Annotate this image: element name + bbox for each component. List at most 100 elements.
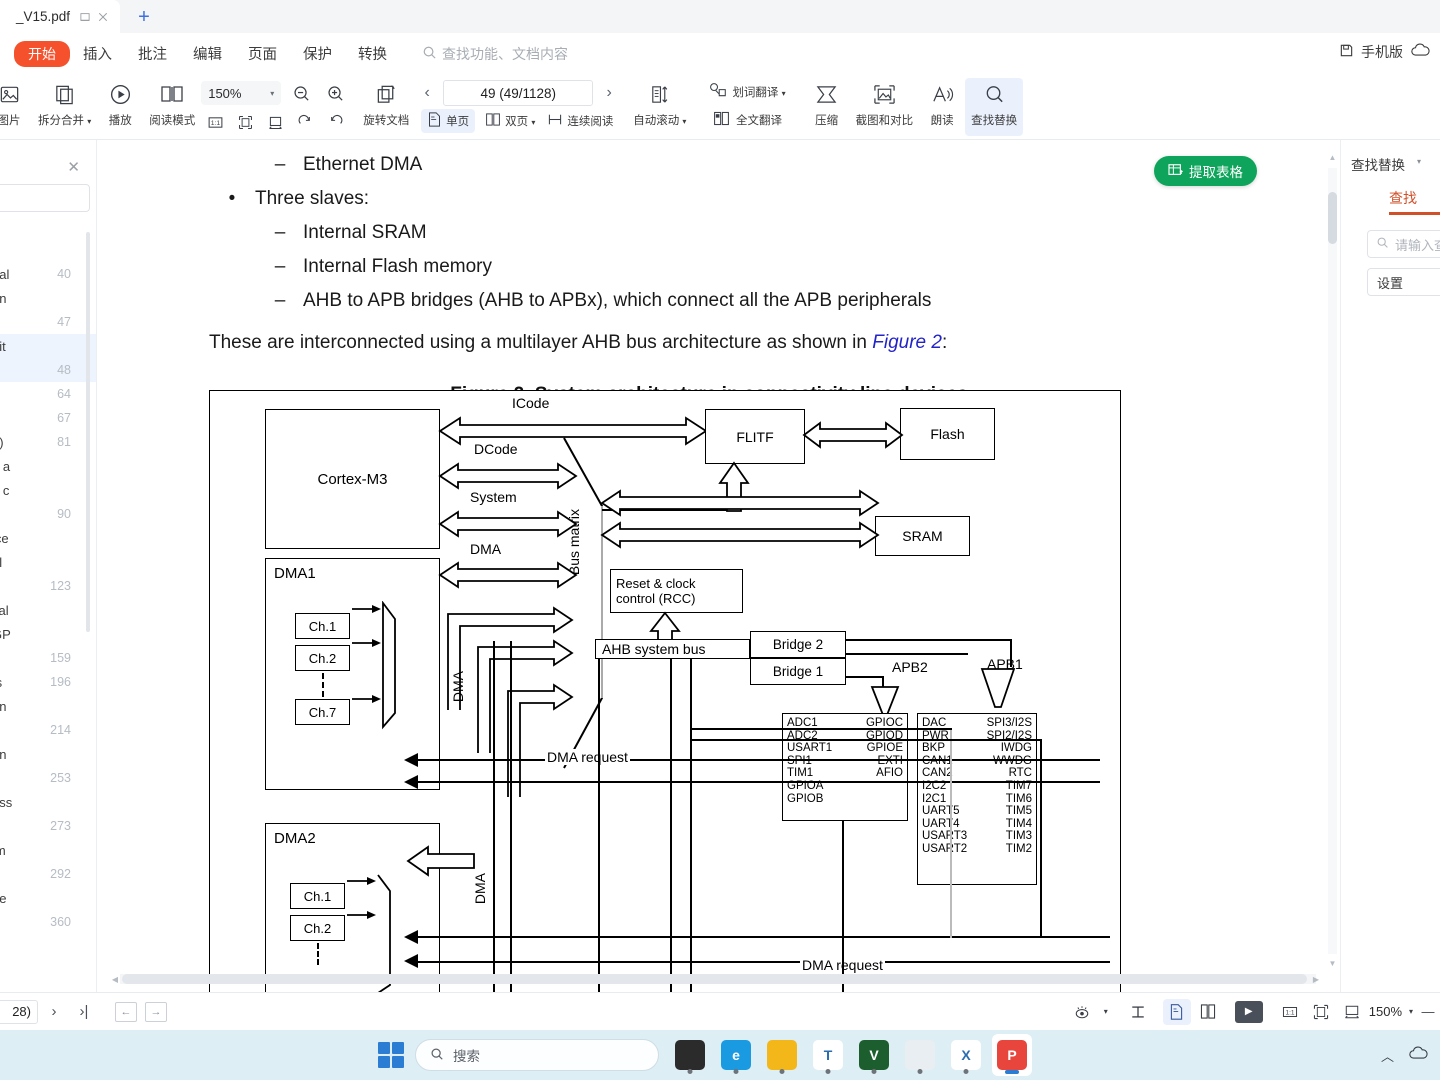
outline-item[interactable]: GP <box>0 622 96 646</box>
chevron-down-icon[interactable]: ▾ <box>1099 999 1113 1025</box>
outline-item[interactable]: 48 <box>0 358 96 382</box>
find-settings-select[interactable]: 设置 ▾ <box>1367 268 1440 296</box>
outline-item[interactable]: ?) 81 <box>0 430 96 454</box>
presentation-play-button[interactable]: ▶ <box>1234 999 1263 1025</box>
outline-scrollbar[interactable] <box>86 232 90 632</box>
rotate-left-button[interactable] <box>291 108 319 136</box>
split-view-icon[interactable] <box>1124 999 1152 1025</box>
full-translate-button[interactable]: 全文翻译 <box>706 106 788 134</box>
ribbon-rotate-document-button[interactable]: 旋转文档 <box>357 78 415 136</box>
outline-item[interactable]: 360 <box>0 910 96 934</box>
scroll-up-icon[interactable]: ▲ <box>1328 150 1337 164</box>
vertical-scrollbar-thumb[interactable] <box>1328 192 1337 244</box>
scroll-left-icon[interactable]: ◀ <box>110 973 120 985</box>
ribbon-play-button[interactable]: 播放 <box>97 78 143 136</box>
outline-item[interactable]: 67 <box>0 406 96 430</box>
ribbon-compress-button[interactable]: 压缩 <box>804 78 850 136</box>
ribbon-screenshot-compare-button[interactable]: 截图和对比 <box>850 78 920 136</box>
zoom-out-button[interactable] <box>287 79 315 107</box>
outline-item[interactable]: 273 <box>0 814 96 838</box>
outline-item[interactable]: 90 <box>0 502 96 526</box>
document-horizontal-scrollbar[interactable]: ◀ ▶ <box>110 972 1335 986</box>
outline-item[interactable]: ess <box>0 790 96 814</box>
scroll-right-icon[interactable]: ▶ <box>1311 973 1321 985</box>
single-page-view-button[interactable] <box>1162 998 1191 1025</box>
chevron-up-icon[interactable]: ︿ <box>1381 1046 1394 1065</box>
next-page-button[interactable]: › <box>597 80 621 106</box>
close-icon[interactable] <box>94 8 112 26</box>
outline-item[interactable]: on <box>0 694 96 718</box>
page-number-field[interactable]: 49 (49/1128) <box>443 80 594 106</box>
cloud-account-icon[interactable] <box>1410 43 1432 61</box>
chevron-down-icon[interactable]: ▾ <box>1405 999 1417 1025</box>
ribbon-read-mode-button[interactable]: 阅读模式 <box>143 78 201 136</box>
fit-page-button[interactable] <box>1307 999 1335 1025</box>
status-page-field[interactable]: 28) <box>0 999 38 1024</box>
previous-page-button[interactable]: ‹ <box>415 80 439 106</box>
outline-item[interactable]: ne <box>0 886 96 910</box>
cloud-sync-icon[interactable] <box>1408 1046 1430 1064</box>
scroll-down-icon[interactable]: ▼ <box>1328 956 1337 970</box>
actual-size-button[interactable]: 1:1 <box>1276 999 1304 1025</box>
status-last-page-button[interactable]: ›| <box>70 999 98 1025</box>
typora-icon[interactable]: T <box>808 1034 848 1076</box>
menu-item-convert[interactable]: 转换 <box>345 40 400 67</box>
menu-item-annotate[interactable]: 批注 <box>125 40 180 67</box>
outline-item[interactable]: ice <box>0 526 96 550</box>
menu-item-insert[interactable]: 插入 <box>70 40 125 67</box>
actual-size-button[interactable]: 1:1 <box>201 108 229 136</box>
vertical-scrollbar-track[interactable] <box>1328 168 1337 954</box>
outline-item[interactable]: ual 40 <box>0 262 96 286</box>
rotate-right-button[interactable] <box>321 108 349 136</box>
outline-item[interactable]: 253 <box>0 766 96 790</box>
outline-item[interactable]: 123 <box>0 574 96 598</box>
fit-width-button[interactable] <box>261 108 289 136</box>
document-vertical-scrollbar[interactable]: ▲ ▼ <box>1328 150 1337 970</box>
outline-item[interactable]: ts 196 <box>0 670 96 694</box>
outline-item[interactable]: 64 <box>0 382 96 406</box>
fit-width-button[interactable] <box>1338 999 1366 1025</box>
windows-start-icon[interactable] <box>378 1042 404 1068</box>
outline-item[interactable]: d c <box>0 478 96 502</box>
outline-item[interactable]: im <box>0 838 96 862</box>
save-icon[interactable] <box>1339 43 1354 61</box>
ribbon-image-button[interactable]: 图片 <box>0 78 32 136</box>
outline-item[interactable]: – a <box>0 454 96 478</box>
taskbar-search-input[interactable]: 搜索 <box>415 1039 659 1071</box>
extract-table-button[interactable]: 提取表格 <box>1154 156 1257 186</box>
status-next-page-button[interactable]: › <box>40 999 68 1025</box>
ribbon-auto-scroll-button[interactable]: 自动滚动 ▾ <box>627 78 692 136</box>
outline-item[interactable]: on <box>0 742 96 766</box>
zoom-in-button[interactable] <box>321 79 349 107</box>
mobile-version-label[interactable]: 手机版 <box>1361 42 1403 62</box>
ribbon-find-replace-button[interactable]: 查找替换 <box>965 78 1024 136</box>
find-tab[interactable]: 查找 <box>1389 188 1417 208</box>
outline-item[interactable]: 159 <box>0 646 96 670</box>
word-translate-button[interactable]: 划词翻译 ▾ <box>702 78 791 106</box>
lenovo-icon[interactable] <box>670 1034 710 1076</box>
outline-item[interactable]: en <box>0 286 96 310</box>
edge-icon[interactable]: e <box>716 1034 756 1076</box>
figure-2-link[interactable]: Figure 2 <box>872 332 942 353</box>
outline-item[interactable]: 292 <box>0 862 96 886</box>
find-search-input[interactable]: 请输入查 <box>1367 230 1440 258</box>
ribbon-split-merge-button[interactable]: 拆分合并 ▾ <box>32 78 97 136</box>
menu-item-page[interactable]: 页面 <box>235 40 290 67</box>
vspace-icon[interactable]: V <box>854 1034 894 1076</box>
continuous-read-button[interactable]: 连续阅读 <box>545 109 615 133</box>
single-page-button[interactable]: 单页 <box>421 109 476 133</box>
chevron-down-icon[interactable]: ▾ <box>1417 157 1421 166</box>
outline-item[interactable]: ol <box>0 550 96 574</box>
outline-item[interactable]: 47 <box>0 310 96 334</box>
vscode-icon[interactable]: X <box>946 1034 986 1076</box>
notepad-icon[interactable] <box>900 1034 940 1076</box>
explorer-icon[interactable] <box>762 1034 802 1076</box>
fit-page-button[interactable] <box>231 108 259 136</box>
eye-protect-icon[interactable] <box>1068 999 1096 1025</box>
outline-item[interactable]: hit <box>0 334 96 358</box>
menu-item-protect[interactable]: 保护 <box>290 40 345 67</box>
status-forward-button[interactable]: → <box>142 999 170 1025</box>
outline-search-input[interactable] <box>0 184 90 212</box>
status-zoom-value[interactable]: 150% <box>1369 1004 1402 1019</box>
document-tab[interactable]: _V15.pdf <box>0 0 120 33</box>
